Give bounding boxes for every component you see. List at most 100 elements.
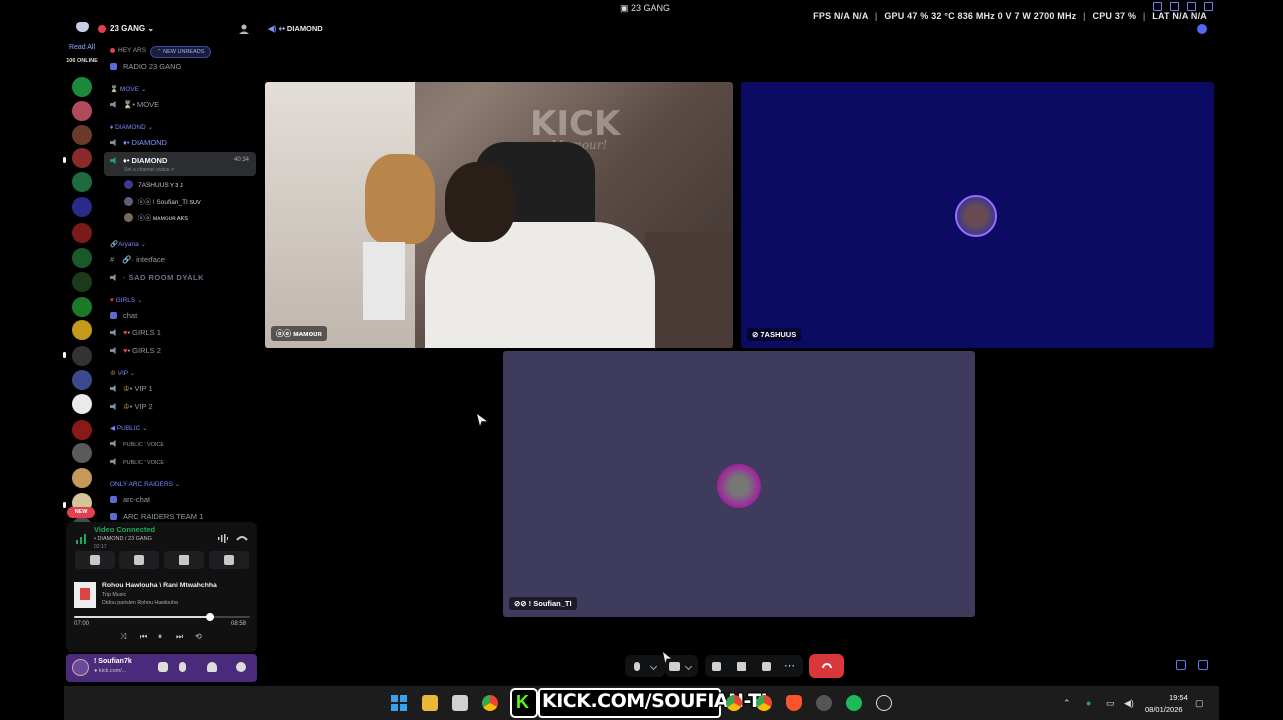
server-icon[interactable] [72, 297, 92, 317]
clock-date[interactable]: 08/01/2026 [1145, 705, 1183, 714]
soundboard-icon[interactable] [762, 662, 771, 671]
server-icon[interactable] [72, 443, 92, 463]
user-name[interactable]: ! Soufian7k [94, 658, 132, 665]
help-icon[interactable] [1170, 2, 1179, 11]
shuffle-icon[interactable]: ⤨ [120, 632, 126, 642]
channel-public-2[interactable]: PUBLIC ' VOICE [110, 458, 164, 466]
channel-diamond-active[interactable]: ♦• DIAMOND [110, 156, 167, 165]
mic-button[interactable] [625, 655, 665, 677]
video-tile-7ashuus[interactable]: ⊘ 7ASHUUS [741, 82, 1214, 348]
signal-icon[interactable] [76, 534, 86, 544]
category-public[interactable]: ◀ PUBLIC ⌄ [110, 424, 148, 432]
channel-vip-2[interactable]: ♔• VIP 2 [110, 402, 153, 411]
next-icon[interactable]: ⏭ [176, 632, 183, 642]
track-title[interactable]: Rohou Hawlouha \ Rani Mtwahchha [102, 582, 217, 589]
chrome-icon[interactable] [726, 695, 742, 711]
server-icon[interactable] [72, 223, 92, 243]
video-tile-mamour[interactable]: KICK Mamour! ⓞⓞ ᴍᴀᴍᴏᴜʀ [265, 82, 733, 348]
windows-start-icon[interactable] [391, 695, 407, 711]
previous-icon[interactable]: ⏮ [140, 632, 147, 642]
chevron-up-icon[interactable]: ⌃ [1063, 698, 1071, 709]
app-icon[interactable] [876, 695, 892, 711]
server-icon[interactable] [72, 420, 92, 440]
headphones-icon[interactable] [207, 662, 217, 672]
settings-gear-icon[interactable] [236, 662, 246, 672]
new-badge[interactable]: NEW [67, 507, 95, 518]
popout-icon[interactable] [1176, 660, 1186, 670]
channel-radio[interactable]: RADIO 23 GANG [110, 62, 181, 71]
file-explorer-icon[interactable] [422, 695, 438, 711]
channel-diamond-1[interactable]: ♦• DIAMOND [110, 138, 167, 147]
screen-share-button[interactable] [119, 551, 159, 569]
server-icon[interactable] [72, 320, 92, 340]
disconnect-icon[interactable] [236, 534, 248, 542]
server-icon[interactable] [72, 125, 92, 145]
activities-icon[interactable] [737, 662, 746, 671]
channel-public-1[interactable]: PUBLIC ' VOICE [110, 440, 164, 448]
new-unreads-button[interactable]: ⌃ NEW UNREADS [150, 46, 212, 58]
server-icon[interactable] [72, 77, 92, 97]
microphone-icon[interactable] [179, 662, 186, 672]
server-name[interactable]: 23 GANG ⌄ [110, 24, 154, 33]
read-all-button[interactable]: Read All [64, 44, 100, 51]
channel-hey[interactable]: HEY ARS [110, 47, 146, 54]
channel-status[interactable]: Set a channel status ✐ [124, 167, 175, 173]
fullscreen-icon[interactable] [1198, 660, 1208, 670]
channel-chat[interactable]: chat [110, 311, 137, 320]
channel-move[interactable]: ⌛• MOVE [110, 100, 159, 109]
server-icon[interactable] [72, 101, 92, 121]
channel-sad-room[interactable]: · SAD ROOM DYALK [110, 273, 204, 282]
maximize-icon[interactable] [1204, 2, 1213, 11]
activities-button[interactable] [164, 551, 204, 569]
channel-interface[interactable]: # 🔗· interface [110, 255, 165, 264]
controller-icon[interactable] [158, 662, 168, 672]
channel-girls-2[interactable]: ♥• GIRLS 2 [110, 346, 161, 355]
repeat-icon[interactable]: ⟲ [195, 632, 202, 641]
avatar[interactable] [72, 659, 89, 676]
voice-channel-name[interactable]: • DIAMOND / 23 GANG [94, 536, 152, 542]
camera-off-button[interactable] [75, 551, 115, 569]
more-options-icon[interactable]: ⋯ [784, 659, 795, 672]
soundboard-button[interactable] [209, 551, 249, 569]
noise-suppression-icon[interactable] [218, 534, 228, 543]
channel-vip-1[interactable]: ♔• VIP 1 [110, 384, 153, 393]
server-icon[interactable] [72, 172, 92, 192]
server-icon[interactable] [72, 148, 92, 168]
voice-user[interactable]: ⓞⓞ ᴍᴀᴍᴏᴜʀ AKS [124, 212, 188, 222]
voice-status[interactable]: Video Connected [94, 525, 155, 534]
clock-time[interactable]: 19:54 [1169, 693, 1188, 702]
category-girls[interactable]: ♥ GIRLS ⌄ [110, 296, 142, 304]
category-aryana[interactable]: 🔗Aryana ⌄ [110, 240, 146, 248]
screen-share-icon[interactable] [712, 662, 721, 671]
voice-user[interactable]: ⓞⓞ ! Soufian_TI SUV [124, 196, 201, 206]
server-icon[interactable] [72, 248, 92, 268]
chrome-icon[interactable] [482, 695, 498, 711]
store-icon[interactable] [452, 695, 468, 711]
chrome-icon[interactable] [756, 695, 772, 711]
voice-user[interactable]: 7ASHUUS Y 3 J [124, 180, 183, 189]
microphone-icon[interactable]: ● [1086, 698, 1091, 708]
server-icon[interactable] [72, 197, 92, 217]
channel-arc-chat[interactable]: arc-chat [110, 495, 150, 504]
pause-icon[interactable]: ⏸ [158, 632, 162, 642]
server-icon[interactable] [72, 394, 92, 414]
minimize-icon[interactable] [1187, 2, 1196, 11]
network-icon[interactable]: ▭ [1106, 698, 1115, 709]
volume-icon[interactable]: ◀) [1124, 698, 1134, 709]
category-arc[interactable]: ONLY ARC RAIDERS ⌄ [110, 480, 180, 488]
playback-progress-knob[interactable] [205, 613, 214, 621]
category-move[interactable]: ⌛ MOVE ⌄ [110, 85, 146, 93]
notification-icon[interactable]: ▢ [1195, 698, 1204, 709]
category-vip[interactable]: ♔ VIP ⌄ [110, 369, 135, 377]
server-icon[interactable] [72, 272, 92, 292]
video-tile-soufian[interactable]: ⊘⊘ ! Soufian_TI [503, 351, 975, 617]
server-icon[interactable] [72, 468, 92, 488]
invite-members-icon[interactable] [238, 23, 250, 35]
channel-arc-team[interactable]: ARC RAIDERS TEAM 1 [110, 512, 203, 521]
chat-bubble-icon[interactable] [1197, 24, 1207, 34]
category-diamond[interactable]: ♦ DIAMOND ⌄ [110, 123, 153, 131]
app-icon[interactable] [816, 695, 832, 711]
server-icon[interactable] [72, 346, 92, 366]
brave-icon[interactable] [786, 695, 802, 711]
inbox-icon[interactable] [1153, 2, 1162, 11]
